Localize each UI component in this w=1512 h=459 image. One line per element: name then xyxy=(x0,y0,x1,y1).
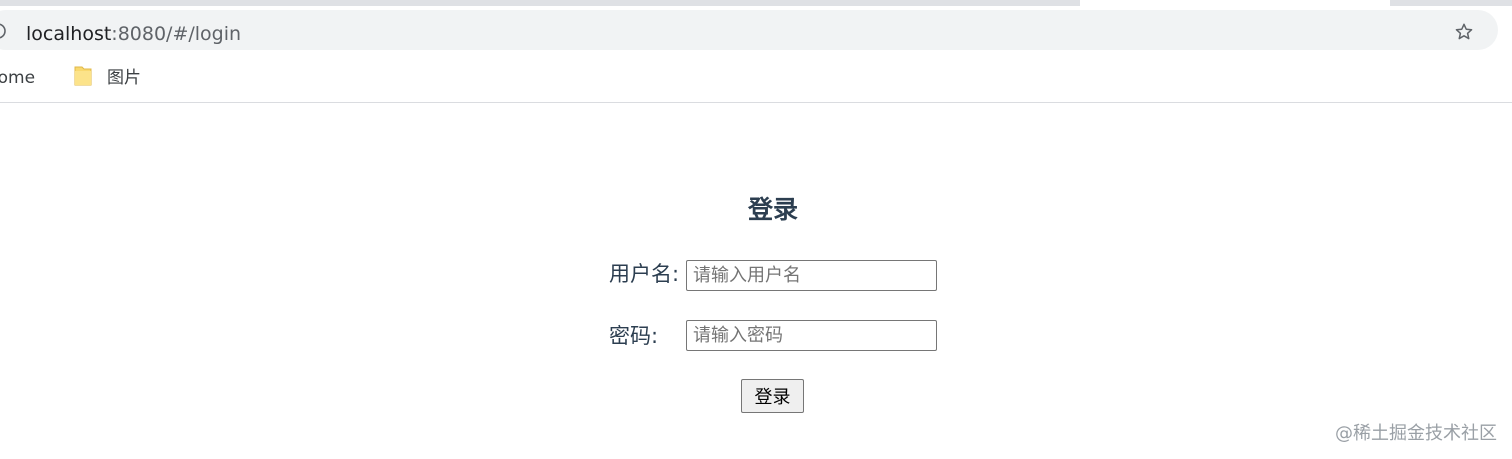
bookmark-folder-images[interactable]: 图片 xyxy=(107,68,141,88)
page-content: 登录 用户名: 密码: 登录 @稀土掘金技术社区 xyxy=(0,103,1512,459)
info-icon[interactable] xyxy=(0,23,6,39)
username-label: 用户名: xyxy=(609,262,680,286)
bookmark-chrome[interactable]: rome xyxy=(0,68,35,88)
url-host: localhost xyxy=(26,23,112,45)
address-bar[interactable]: localhost:8080/#/login xyxy=(0,10,1498,50)
username-input[interactable] xyxy=(686,260,937,291)
bookmarks-bar: rome 图片 xyxy=(0,56,1512,103)
browser-toolbar: localhost:8080/#/login xyxy=(0,6,1512,56)
url-text[interactable]: localhost:8080/#/login xyxy=(26,23,241,45)
password-input[interactable] xyxy=(686,320,937,351)
star-icon[interactable] xyxy=(1454,22,1474,42)
folder-icon[interactable] xyxy=(74,65,92,87)
password-label: 密码: xyxy=(609,324,659,348)
url-path: :8080/#/login xyxy=(111,23,242,45)
watermark: @稀土掘金技术社区 xyxy=(1335,423,1497,444)
login-button[interactable]: 登录 xyxy=(741,379,804,413)
login-title: 登录 xyxy=(747,195,798,224)
